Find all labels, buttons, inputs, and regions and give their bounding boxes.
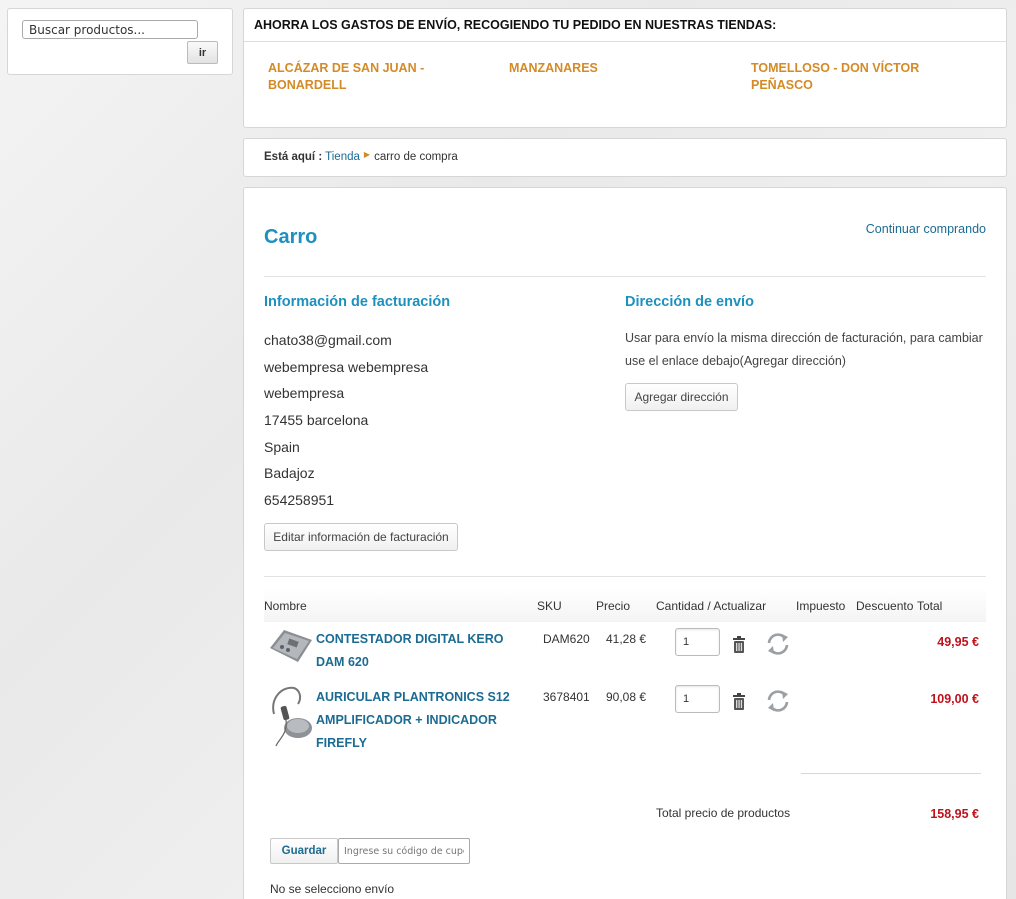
billing-title: Información de facturación xyxy=(264,294,451,310)
search-button[interactable]: ir xyxy=(187,41,218,64)
breadcrumb: Está aquí : Tienda ▶ carro de compra xyxy=(243,138,1007,177)
add-address-button[interactable]: Agregar dirección xyxy=(625,383,738,411)
quantity-input[interactable] xyxy=(675,628,720,656)
coupon-input[interactable] xyxy=(338,838,470,864)
refresh-icon[interactable] xyxy=(765,688,791,714)
cart-panel: Carro Continuar comprando Información de… xyxy=(243,187,1007,899)
store-link-tomelloso[interactable]: TOMELLOSO - DON VÍCTOR PEÑASCO xyxy=(751,60,941,94)
breadcrumb-current: carro de compra xyxy=(374,151,458,163)
product-image-headset[interactable] xyxy=(268,684,316,748)
col-header-sku: SKU xyxy=(537,599,562,613)
shipping-title: Dirección de envío xyxy=(625,294,754,310)
edit-billing-button[interactable]: Editar información de facturación xyxy=(264,523,458,551)
search-module: ir xyxy=(7,8,233,75)
col-header-price: Precio xyxy=(596,599,631,613)
shipping-text: Usar para envío la misma dirección de fa… xyxy=(625,331,983,368)
billing-name: webempresa webempresa xyxy=(264,359,429,375)
billing-company: webempresa xyxy=(264,385,345,401)
page-title: Carro xyxy=(264,226,318,248)
col-header-qty: Cantidad / Actualizar xyxy=(656,599,767,613)
subtotal-divider xyxy=(801,773,981,774)
col-header-total: Total xyxy=(917,599,943,613)
trash-icon[interactable] xyxy=(730,692,748,712)
store-link-alcazar[interactable]: ALCÁZAR DE SAN JUAN - BONARDELL xyxy=(268,60,458,94)
billing-country: Spain xyxy=(264,439,300,455)
row-total: 109,00 € xyxy=(930,692,979,706)
breadcrumb-link-tienda[interactable]: Tienda xyxy=(325,151,360,163)
product-link[interactable]: AURICULAR PLANTRONICS S12 AMPLIFICADOR +… xyxy=(316,686,534,755)
col-header-tax: Impuesto xyxy=(796,599,846,613)
row-total: 49,95 € xyxy=(937,635,979,649)
col-header-discount: Descuento xyxy=(856,599,914,613)
breadcrumb-arrow-icon: ▶ xyxy=(363,150,371,159)
product-sku: 3678401 xyxy=(543,690,590,704)
product-sku: DAM620 xyxy=(543,632,590,646)
trash-icon[interactable] xyxy=(730,635,748,655)
billing-city: 17455 barcelona xyxy=(264,412,369,428)
store-link-manzanares[interactable]: MANZANARES xyxy=(509,60,699,77)
billing-state: Badajoz xyxy=(264,465,315,481)
subtotal-label: Total precio de productos xyxy=(656,806,791,820)
billing-email: chato38@gmail.com xyxy=(264,332,392,348)
stores-header: AHORRA LOS GASTOS DE ENVÍO, RECOGIENDO T… xyxy=(244,9,1006,42)
product-image-answering-machine[interactable] xyxy=(268,626,314,666)
product-price: 90,08 € xyxy=(606,690,647,704)
product-link[interactable]: CONTESTADOR DIGITAL KERO DAM 620 xyxy=(316,628,534,674)
divider xyxy=(264,576,986,577)
subtotal-value: 158,95 € xyxy=(930,807,979,821)
refresh-icon[interactable] xyxy=(765,631,791,657)
save-coupon-button[interactable]: Guardar xyxy=(270,838,338,864)
shipping-status: No se selecciono envío xyxy=(270,882,395,896)
quantity-input[interactable] xyxy=(675,685,720,713)
breadcrumb-label: Está aquí : xyxy=(264,151,323,163)
divider xyxy=(264,276,986,277)
product-price: 41,28 € xyxy=(606,632,647,646)
continue-shopping-link[interactable]: Continuar comprando xyxy=(866,222,986,236)
stores-module: AHORRA LOS GASTOS DE ENVÍO, RECOGIENDO T… xyxy=(243,8,1007,128)
col-header-name: Nombre xyxy=(264,599,307,613)
billing-phone: 654258951 xyxy=(264,492,335,508)
search-input[interactable] xyxy=(22,20,198,39)
